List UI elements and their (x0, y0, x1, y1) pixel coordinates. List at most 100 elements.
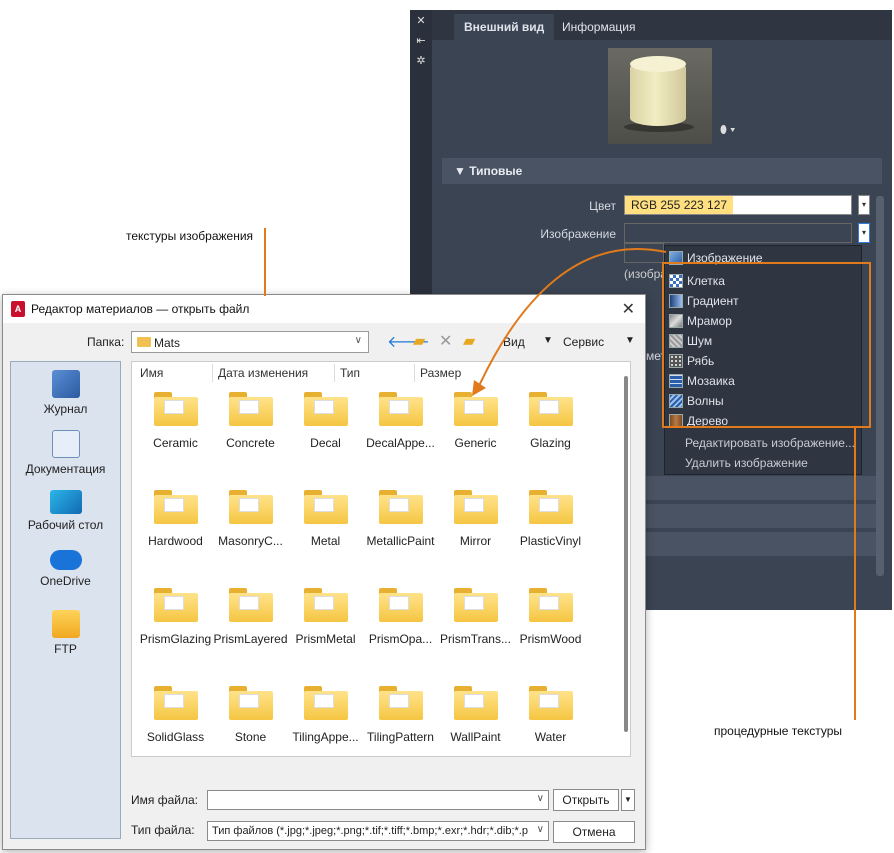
column-size[interactable]: Размер (420, 366, 461, 380)
folder-item[interactable]: Generic (438, 392, 513, 450)
folder-item[interactable]: Water (513, 686, 588, 744)
settings-icon[interactable]: ✲ (410, 52, 432, 70)
folder-item[interactable]: TilingAppe... (288, 686, 363, 744)
filetype-value: Тип файлов (*.jpg;*.jpeg;*.png;*.tif;*.t… (212, 825, 528, 837)
folder-item[interactable]: PrismGlazing (138, 588, 213, 646)
filename-input[interactable]: ∨ (207, 790, 549, 810)
folder-item-label: PlasticVinyl (519, 534, 582, 548)
folder-item[interactable]: SolidGlass (138, 686, 213, 744)
folder-item[interactable]: PrismTrans... (438, 588, 513, 646)
folder-combo[interactable]: Mats ∨ (131, 331, 369, 353)
place-ftp[interactable]: FTP (11, 610, 120, 656)
palette-scrollbar[interactable] (876, 196, 884, 576)
desktop-icon (49, 490, 82, 514)
folder-item-label: Hardwood (148, 534, 203, 548)
folder-item[interactable]: PrismLayered (213, 588, 288, 646)
open-button[interactable]: Открыть (553, 789, 619, 811)
folder-item[interactable]: Concrete (213, 392, 288, 450)
folder-icon (453, 588, 498, 622)
callout-arrow (472, 247, 667, 396)
folder-label: Папка: (87, 335, 125, 349)
folder-item[interactable]: TilingPattern (363, 686, 438, 744)
color-label: Цвет (589, 199, 616, 213)
folder-icon (153, 588, 198, 622)
section-generic-header[interactable]: ▼ Типовые (442, 158, 882, 184)
folder-item[interactable]: MetallicPaint (363, 490, 438, 548)
folder-icon (528, 490, 573, 524)
folder-item[interactable]: WallPaint (438, 686, 513, 744)
column-type[interactable]: Тип (340, 366, 360, 380)
color-field[interactable]: RGB 255 223 127 (624, 195, 852, 215)
tab-information[interactable]: Информация (552, 14, 645, 40)
place-onedrive[interactable]: OneDrive (11, 550, 120, 588)
folder-item-label: Mirror (459, 534, 492, 548)
column-name[interactable]: Имя (140, 366, 163, 380)
folder-item-label: Water (534, 730, 567, 744)
folder-item[interactable]: MasonryC... (213, 490, 288, 548)
places-bar: Журнал Документация Рабочий стол OneDriv… (10, 361, 121, 839)
cancel-button[interactable]: Отмена (553, 821, 635, 843)
folder-item[interactable]: Stone (213, 686, 288, 744)
section-title: Типовые (469, 164, 523, 178)
close-icon[interactable]: ✕ (410, 12, 432, 30)
menu-item-edit-image[interactable]: Редактировать изображение... (685, 433, 855, 453)
folder-item[interactable]: DecalAppe... (363, 392, 438, 450)
folder-item[interactable]: PrismWood (513, 588, 588, 646)
folder-icon (453, 686, 498, 720)
chevron-down-icon[interactable]: ∨ (537, 793, 544, 804)
folder-item[interactable]: PrismOpa... (363, 588, 438, 646)
dialog-title: Редактор материалов — открыть файл (31, 302, 250, 316)
place-documents[interactable]: Документация (11, 430, 120, 476)
callout-line (264, 228, 266, 296)
callout-procedural-textures: процедурные текстуры (714, 724, 843, 738)
folder-icon (378, 392, 423, 426)
color-value: RGB 255 223 127 (625, 196, 734, 214)
place-desktop[interactable]: Рабочий стол (11, 490, 120, 532)
place-history[interactable]: Журнал (11, 370, 120, 416)
color-dropdown-button[interactable]: ▾ (858, 195, 870, 215)
folder-item[interactable]: Glazing (513, 392, 588, 450)
folder-icon (303, 490, 348, 524)
history-icon (51, 370, 80, 398)
folder-item-label: Glazing (530, 436, 571, 450)
folder-icon (378, 490, 423, 524)
palette-tabs: Внешний вид Информация (432, 10, 892, 40)
chevron-down-icon: ∨ (354, 335, 362, 346)
folder-item[interactable]: Mirror (438, 490, 513, 548)
preview-shape-dropdown-icon[interactable]: ⬮ ▾ (720, 124, 735, 137)
callout-image-textures: текстуры изображения (126, 229, 254, 243)
folder-item[interactable]: Ceramic (138, 392, 213, 450)
file-list-scrollbar[interactable] (624, 376, 628, 732)
column-date[interactable]: Дата изменения (218, 366, 308, 380)
chevron-down-icon: ∨ (536, 824, 544, 835)
folder-icon (303, 686, 348, 720)
tab-appearance[interactable]: Внешний вид (454, 14, 555, 40)
folder-icon (153, 392, 198, 426)
filetype-select[interactable]: Тип файлов (*.jpg;*.jpeg;*.png;*.tif;*.t… (207, 821, 549, 841)
folder-item-label: Ceramic (153, 436, 198, 450)
folder-item-label: PrismMetal (295, 632, 356, 646)
cloud-icon (49, 550, 82, 570)
folder-icon (303, 588, 348, 622)
folder-item[interactable]: PrismMetal (288, 588, 363, 646)
folder-item[interactable]: Hardwood (138, 490, 213, 548)
folder-item-label: PrismWood (519, 632, 582, 646)
folder-item-label: TilingAppe... (292, 730, 359, 744)
up-folder-icon[interactable]: ▰ (413, 331, 425, 351)
folder-item-label: PrismLayered (213, 632, 288, 646)
folder-icon (303, 392, 348, 426)
folder-item-label: MetallicPaint (366, 534, 435, 548)
pin-icon[interactable]: ⇤ (410, 32, 432, 50)
image-dropdown-button[interactable]: ▾ (858, 223, 870, 243)
folder-item[interactable]: Decal (288, 392, 363, 450)
file-list: Имя Дата изменения Тип Размер Ceramic Con… (131, 361, 631, 757)
delete-icon[interactable]: ✕ (439, 331, 452, 351)
folder-item[interactable]: Metal (288, 490, 363, 548)
folder-item-label: Metal (310, 534, 341, 548)
folder-icon (453, 490, 498, 524)
folder-icon (228, 490, 273, 524)
menu-item-remove-image[interactable]: Удалить изображение (685, 453, 808, 473)
open-dropdown-button[interactable]: ▼ (621, 789, 635, 811)
folder-icon (153, 490, 198, 524)
folder-item[interactable]: PlasticVinyl (513, 490, 588, 548)
